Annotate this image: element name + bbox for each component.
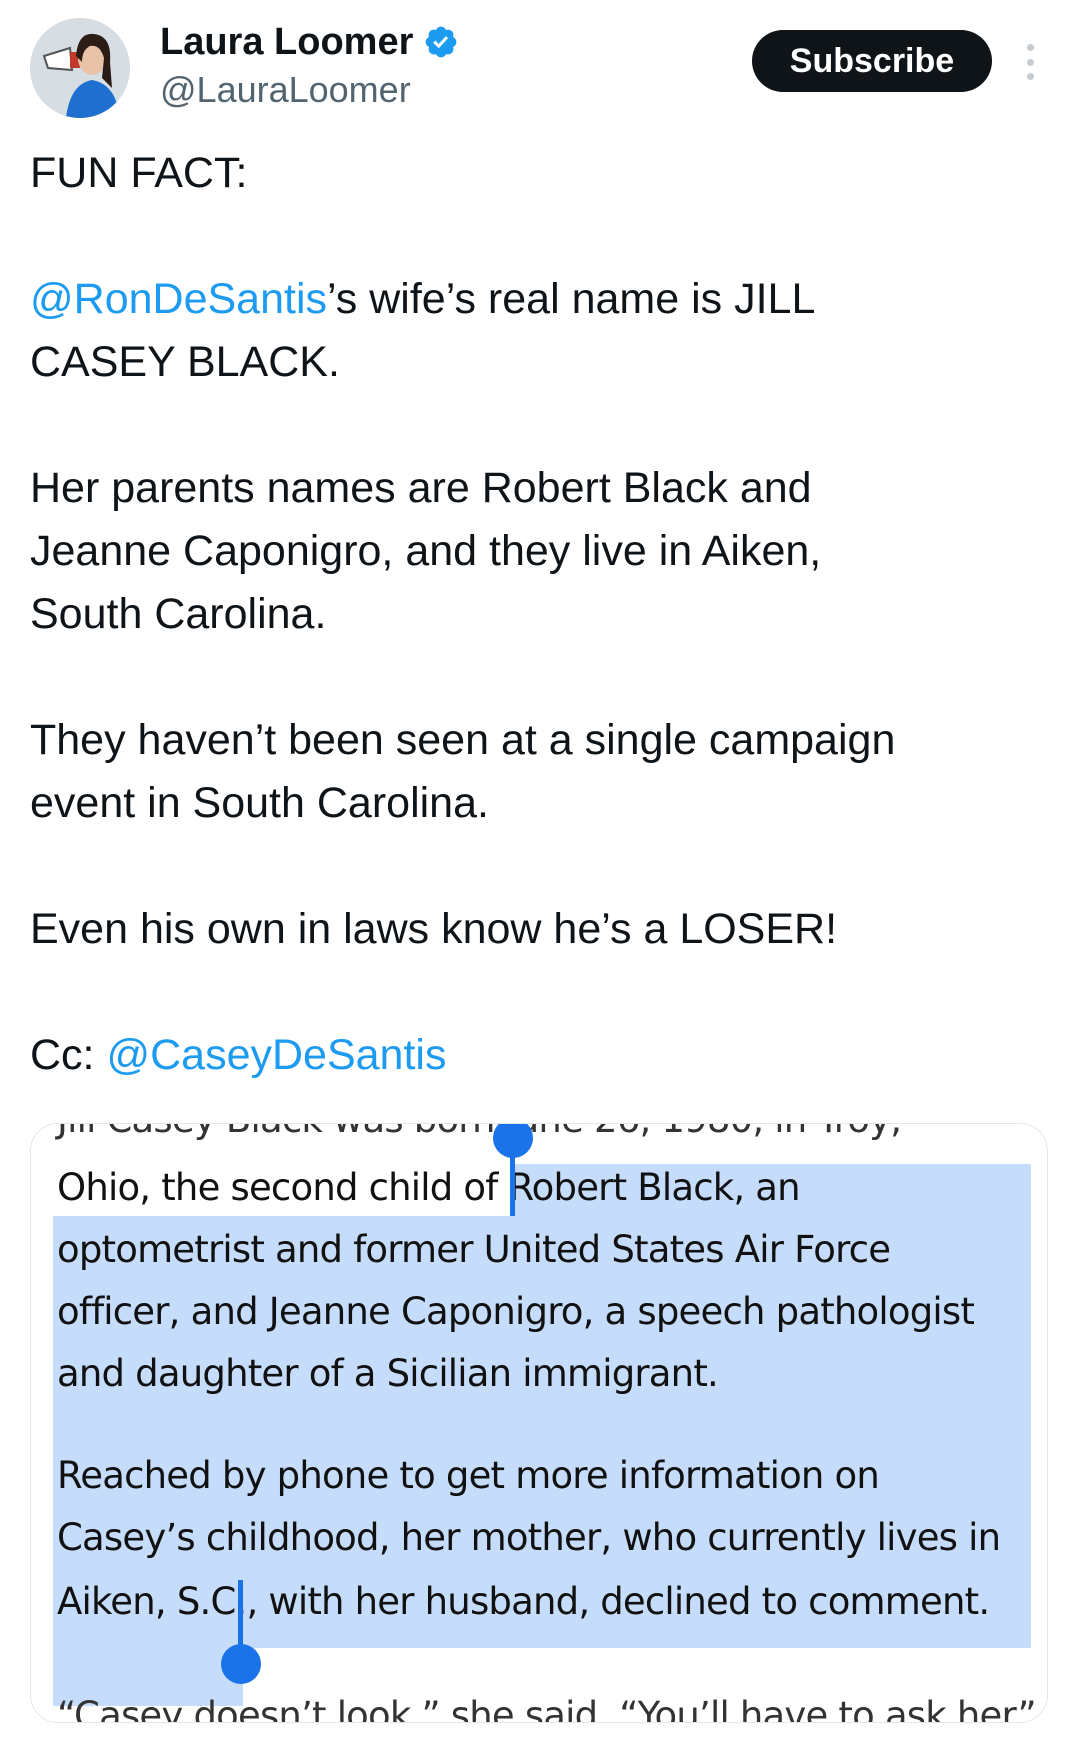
doc-line: and daughter of a Sicilian immigrant. [57,1352,719,1395]
selection-end-cursor [238,1580,243,1650]
tweet-line: FUN FACT: [30,149,248,197]
doc-line: Aiken, S.C., with her husband, declined … [57,1580,990,1623]
tweet-line: South Carolina. [30,590,327,638]
mention-link[interactable]: @CaseyDeSantis [106,1031,446,1079]
tweet-text-span: ’s wife’s real name is JILL [327,275,816,323]
doc-line: Reached by phone to get more information… [57,1454,880,1497]
tweet-paragraph: @RonDeSantis’s wife’s real name is JILL [30,268,1040,331]
selection-end-handle[interactable] [221,1644,261,1684]
attached-image[interactable]: Jill Casey Black was born June 26, 1980,… [30,1123,1048,1723]
doc-line: optometrist and former United States Air… [57,1228,891,1271]
author-name-row: Laura Loomer [160,18,459,66]
author-display-name[interactable]: Laura Loomer [160,18,413,66]
avatar-image [30,18,130,118]
doc-line: Casey’s childhood, her mother, who curre… [57,1516,1001,1559]
document-screenshot: Jill Casey Black was born June 26, 1980,… [31,1124,1047,1722]
tweet-text: FUN FACT: @RonDeSantis’s wife’s real nam… [30,142,1040,1087]
tweet-line: They haven’t been seen at a single campa… [30,716,896,764]
more-dot [1026,73,1034,80]
tweet-paragraph: Cc: @CaseyDeSantis [30,1024,1040,1087]
more-options-icon[interactable] [1015,40,1045,84]
avatar[interactable] [30,18,130,118]
tweet-line: Even his own in laws know he’s a LOSER! [30,905,838,953]
more-dot [1026,58,1034,66]
author-block: Laura Loomer @LauraLoomer [160,18,459,114]
doc-line: officer, and Jeanne Caponigro, a speech … [57,1290,975,1333]
tweet-line: Her parents names are Robert Black and [30,464,812,512]
verified-badge-icon [426,26,457,58]
more-dot [1026,44,1034,51]
subscribe-button[interactable]: Subscribe [752,30,992,92]
tweet-header: Laura Loomer @LauraLoomer Subscribe [30,18,1050,122]
author-handle[interactable]: @LauraLoomer [160,66,459,114]
tweet-line: event in South Carolina. [30,779,489,827]
cut-off-line: Jill Casey Black was born June 26, 1980,… [57,1124,902,1141]
selection-start-handle[interactable] [493,1124,533,1158]
cut-off-line: “Casey doesn’t look,” she said. “You’ll … [57,1694,1037,1723]
tweet-line: CASEY BLACK. [30,338,340,386]
mention-link[interactable]: @RonDeSantis [30,275,327,323]
doc-line: Ohio, the second child of Robert Black, … [57,1166,801,1209]
cc-label: Cc: [30,1031,107,1079]
tweet-line: Jeanne Caponigro, and they live in Aiken… [30,527,822,575]
